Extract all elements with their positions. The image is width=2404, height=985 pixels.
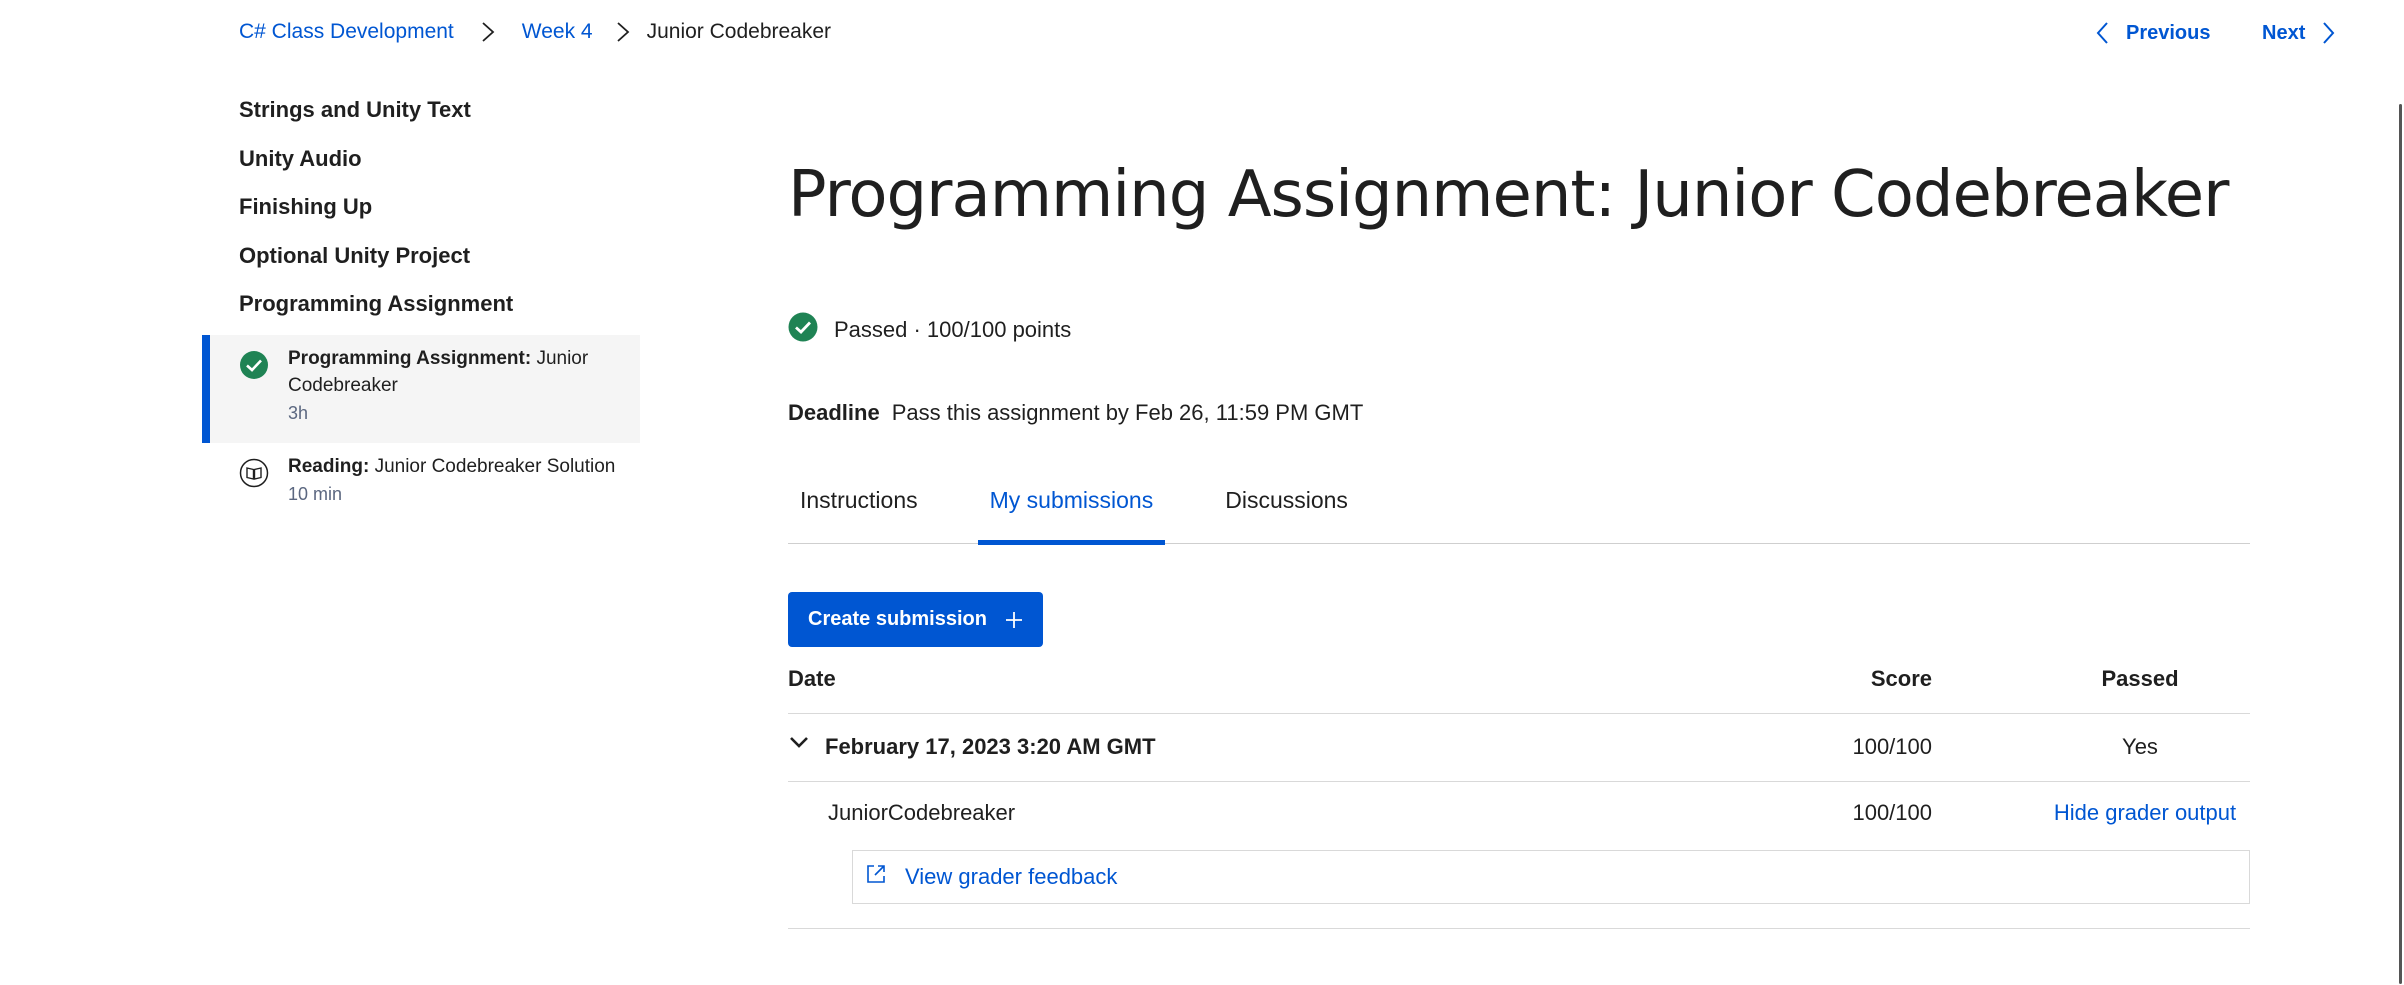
sidebar-item-duration: 10 min [288,483,343,504]
table-row: February 17, 2023 3:20 AM GMT 100/100 Ye… [788,714,2250,782]
table-subrow: JuniorCodebreaker 100/100 Hide grader ou… [813,782,2250,850]
breadcrumb: C# Class Development Week 4 Junior Codeb… [239,18,831,46]
view-grader-feedback-label: View grader feedback [905,864,1118,889]
previous-label: Previous [2126,21,2211,44]
submission-score: 100/100 [1852,734,1932,759]
view-grader-feedback-link[interactable]: View grader feedback [852,850,2250,904]
chevron-left-icon [2094,20,2126,46]
breadcrumb-current: Junior Codebreaker [646,20,832,43]
table-header: Date Score Passed [788,660,2250,714]
part-score: 100/100 [1852,800,1932,825]
sidebar-item-label: Junior Codebreaker Solution [374,455,616,477]
next-label: Next [2262,21,2306,44]
scrollbar-thumb[interactable] [2399,104,2402,984]
deadline-label: Deadline [788,400,880,425]
chevron-right-icon [609,18,637,46]
sidebar-item-title: Reading: Junior Codebreaker Solution [288,453,615,480]
sidebar-section-strings[interactable]: Strings and Unity Text [202,92,640,141]
sidebar-item-kind: Programming Assignment: [288,347,532,369]
breadcrumb-course-link[interactable]: C# Class Development [239,20,454,44]
part-name: JuniorCodebreaker [828,800,1016,825]
sidebar-item-kind: Reading: [288,455,370,477]
sidebar-section-optional-project[interactable]: Optional Unity Project [202,238,640,287]
completed-check-icon [239,350,269,380]
plus-icon [1005,610,1023,630]
previous-button[interactable]: Previous [2094,20,2210,46]
column-header-date: Date [788,666,836,691]
column-header-passed: Passed [2101,666,2179,691]
create-submission-button[interactable]: Create submission [788,592,1043,647]
deadline: Deadline Pass this assignment by Feb 26,… [788,400,1363,426]
page-title: Programming Assignment: Junior Codebreak… [788,158,2229,232]
sidebar-section-audio[interactable]: Unity Audio [202,141,640,190]
submissions-table: Date Score Passed February 17, 2023 3:20… [788,660,2250,929]
chevron-down-icon[interactable] [788,732,810,754]
tab-my-submissions[interactable]: My submissions [977,470,1166,545]
sidebar-section-finishing[interactable]: Finishing Up [202,189,640,238]
chevron-right-icon [474,18,502,46]
chevron-right-icon [2305,20,2337,46]
submission-passed: Yes [2122,734,2158,759]
create-submission-label: Create submission [808,608,987,630]
sidebar-item-title: Programming Assignment: Junior Codebreak… [288,345,620,399]
status-text: Passed · 100/100 points [834,317,1072,342]
passed-check-icon [788,312,834,348]
hide-grader-output-link[interactable]: Hide grader output [2015,800,2275,826]
sidebar-item-reading[interactable]: Reading: Junior Codebreaker Solution 10 … [202,443,640,543]
status-line: Passed · 100/100 points [788,312,1071,348]
reading-book-icon [239,458,269,488]
table-divider [788,928,2250,929]
sidebar-section-programming-assignment[interactable]: Programming Assignment [202,286,640,335]
submission-date: February 17, 2023 3:20 AM GMT [825,734,1156,759]
next-button[interactable]: Next [2262,20,2337,46]
page-scrollbar[interactable] [2394,0,2404,985]
external-link-icon [865,863,905,891]
breadcrumb-week-link[interactable]: Week 4 [522,20,593,44]
column-header-score: Score [1870,666,1932,691]
assignment-tabs: Instructions My submissions Discussions [788,470,2250,545]
sidebar-item-duration: 3h [288,402,309,423]
sidebar-item-programming-assignment[interactable]: Programming Assignment: Junior Codebreak… [202,334,640,443]
course-sidebar: Strings and Unity Text Unity Audio Finis… [202,92,640,543]
deadline-text: Pass this assignment by Feb 26, 11:59 PM… [891,400,1364,425]
tab-instructions[interactable]: Instructions [788,470,930,544]
tab-discussions[interactable]: Discussions [1213,470,1360,544]
